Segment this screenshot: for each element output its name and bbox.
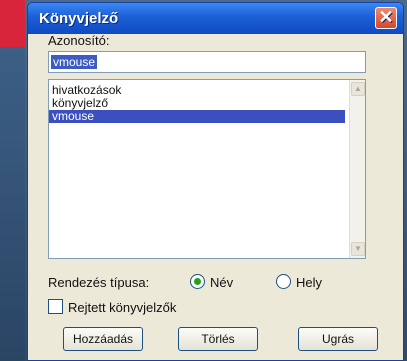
sort-type-row: Rendezés típusa: Név Hely bbox=[48, 273, 378, 291]
sort-by-name-label[interactable]: Név bbox=[210, 275, 233, 290]
bookmark-dialog: Könyvjelző ✕ Azonosító: vmouse hivatkozá… bbox=[27, 2, 404, 361]
list-item-selected[interactable]: vmouse bbox=[49, 110, 345, 123]
close-button[interactable]: ✕ bbox=[375, 7, 397, 29]
sort-by-name-radio[interactable] bbox=[190, 274, 205, 289]
window-title: Könyvjelző bbox=[39, 10, 119, 27]
title-bar: Könyvjelző ✕ bbox=[28, 3, 403, 34]
identifier-input[interactable]: vmouse bbox=[48, 51, 366, 73]
radio-selected-dot bbox=[194, 278, 201, 285]
sort-by-place-label[interactable]: Hely bbox=[296, 275, 322, 290]
goto-button[interactable]: Ugrás bbox=[298, 327, 378, 351]
left-strip bbox=[0, 47, 25, 361]
add-button[interactable]: Hozzáadás bbox=[63, 327, 143, 351]
bookmark-list[interactable]: hivatkozások könyvjelző vmouse ▲ ▼ bbox=[48, 79, 366, 259]
close-icon: ✕ bbox=[378, 7, 394, 27]
chevron-up-icon[interactable]: ▲ bbox=[351, 82, 365, 96]
identifier-label: Azonosító: bbox=[48, 33, 110, 48]
sort-by-place-radio[interactable] bbox=[276, 274, 291, 289]
delete-button[interactable]: Törlés bbox=[178, 327, 258, 351]
sort-type-label: Rendezés típusa: bbox=[48, 275, 150, 290]
chevron-down-icon[interactable]: ▼ bbox=[351, 242, 365, 256]
hidden-bookmarks-label[interactable]: Rejtett könyvjelzők bbox=[68, 300, 176, 315]
list-scrollbar[interactable]: ▲ ▼ bbox=[349, 80, 365, 258]
hidden-bookmarks-checkbox[interactable] bbox=[48, 299, 63, 314]
accent-block bbox=[0, 0, 25, 47]
identifier-input-value: vmouse bbox=[51, 55, 98, 69]
